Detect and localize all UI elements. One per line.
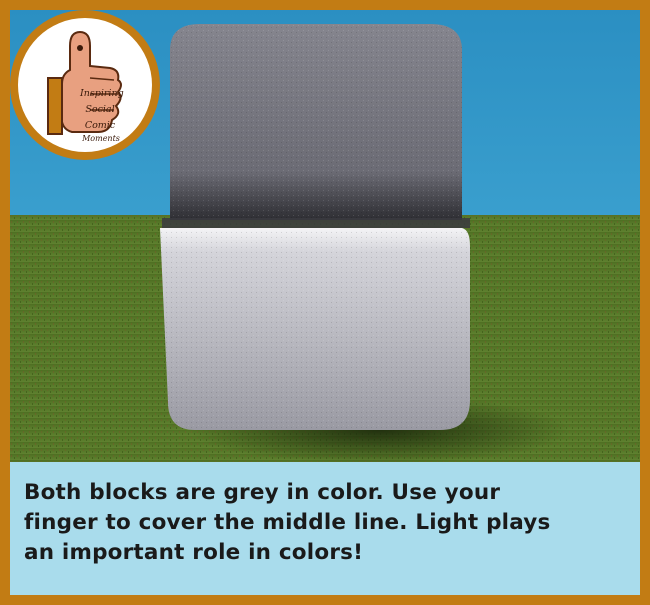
middle-line	[162, 218, 470, 228]
caption-line-3: an important role in colors!	[24, 540, 364, 565]
logo-line-1: Inspiring	[80, 88, 124, 99]
caption-line-1: Both blocks are grey in color. Use your	[24, 480, 501, 505]
image-frame: Both blocks are grey in color. Use your …	[0, 0, 650, 605]
logo-line-4: Moments	[82, 134, 120, 143]
logo-line-2: Social	[85, 104, 115, 115]
caption-text: Both blocks are grey in color. Use your …	[24, 478, 640, 568]
caption-box: Both blocks are grey in color. Use your …	[10, 462, 640, 595]
logo-line-3: Comic	[84, 120, 116, 131]
thumbs-up-icon	[47, 30, 122, 135]
caption-line-2: finger to cover the middle line. Light p…	[24, 510, 551, 535]
thumbs-up-logo: Inspiring Social Comic Moments	[10, 10, 160, 160]
